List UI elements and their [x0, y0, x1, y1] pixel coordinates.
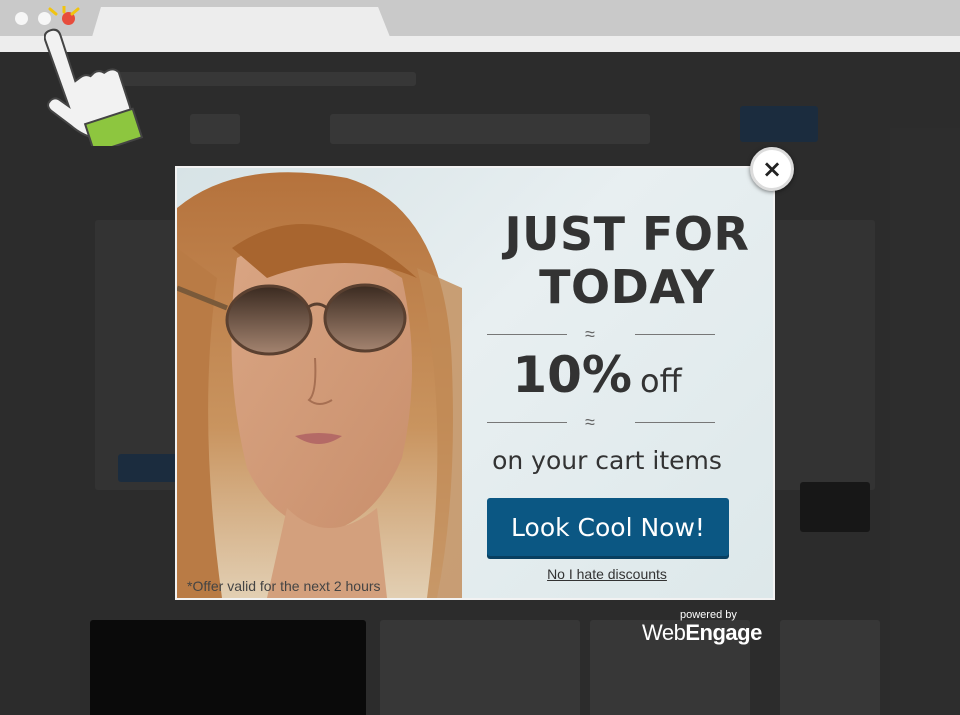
popup-content: JUST FOR TODAY ≈ 10% off ≈ on your cart i…	[477, 168, 773, 598]
discount-value: 10%	[512, 346, 633, 404]
close-popup-button[interactable]: ×	[750, 147, 794, 191]
squiggle-ornament-icon: ≈	[585, 324, 595, 344]
decline-discount-link[interactable]: No I hate discounts	[477, 566, 737, 582]
headline: JUST FOR TODAY	[477, 207, 773, 314]
discount-amount: 10% off	[477, 346, 717, 404]
discount-popup: *Offer valid for the next 2 hours JUST F…	[175, 166, 775, 600]
offer-validity-note: *Offer valid for the next 2 hours	[187, 578, 381, 594]
offer-subtext: on your cart items	[492, 446, 722, 475]
squiggle-ornament-icon: ≈	[585, 412, 595, 432]
brand-suffix: Engage	[685, 620, 762, 645]
look-cool-now-button[interactable]: Look Cool Now!	[487, 498, 729, 556]
headline-line-2: TODAY	[539, 260, 715, 314]
divider-top: ≈	[487, 324, 715, 344]
hand-pointer-icon	[44, 6, 144, 146]
stage: *Offer valid for the next 2 hours JUST F…	[0, 0, 960, 715]
discount-suffix: off	[640, 362, 682, 400]
headline-line-1: JUST FOR	[504, 207, 750, 261]
window-close-dot[interactable]	[15, 12, 28, 25]
powered-by-badge[interactable]: powered by WebEngage	[642, 609, 764, 645]
divider-bottom: ≈	[487, 412, 715, 432]
webengage-logo: WebEngage	[642, 620, 762, 646]
brand-prefix: Web	[642, 620, 686, 645]
close-icon: ×	[761, 155, 783, 183]
model-photo	[177, 172, 462, 598]
